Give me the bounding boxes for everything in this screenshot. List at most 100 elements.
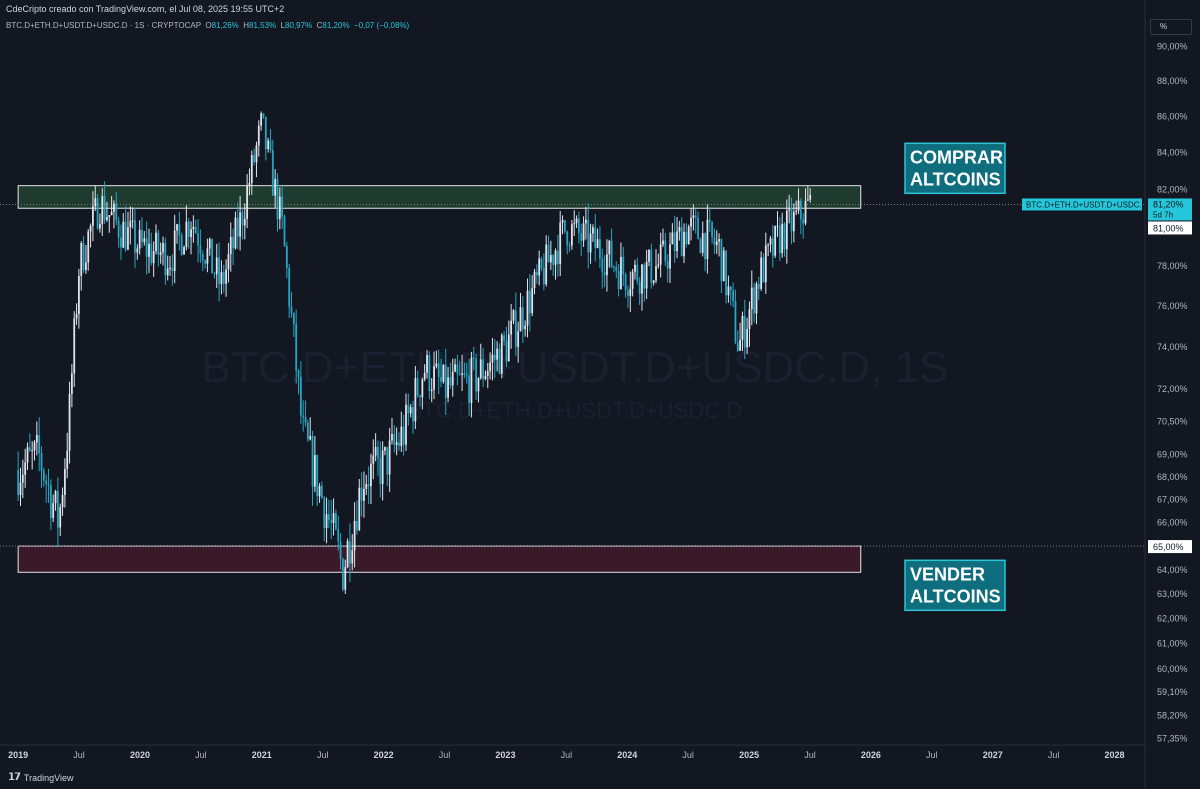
- candle-body: [556, 250, 559, 265]
- candle-body: [304, 417, 307, 423]
- x-tick-label: 2025: [739, 750, 759, 760]
- candle-body: [164, 242, 167, 276]
- candle-body: [729, 286, 732, 291]
- candle-body: [472, 357, 475, 359]
- candle-body: [131, 220, 134, 222]
- candle-body: [87, 231, 90, 263]
- candle-body: [349, 541, 351, 564]
- tradingview-footer: 𝟭𝟳 TradingView: [8, 772, 73, 783]
- candle-body: [66, 450, 69, 470]
- candle-body: [540, 258, 543, 269]
- candle-body: [278, 196, 281, 220]
- candle-body: [218, 257, 220, 284]
- x-tick-label: 2021: [252, 750, 272, 760]
- candle-body: [313, 455, 316, 487]
- y-tick-label: 60,00%: [1157, 664, 1188, 674]
- candle-body: [372, 455, 375, 464]
- candle-body: [451, 371, 454, 386]
- candle-body: [206, 248, 209, 264]
- candle-body: [171, 267, 174, 272]
- price-chart[interactable]: BTC.D+ETH.D+USDT.D+USDC.D, 1S BTC.D+ETH.D…: [0, 0, 1200, 789]
- y-tick-label: 88,00%: [1157, 76, 1188, 86]
- candle-body: [610, 240, 613, 267]
- candle-body: [192, 226, 195, 230]
- candle-body: [295, 324, 298, 371]
- candle-body: [176, 224, 178, 231]
- candle-body: [325, 514, 328, 528]
- candle-body: [566, 231, 569, 246]
- candle-body: [311, 435, 314, 487]
- x-tick-label: Jul: [804, 750, 816, 760]
- candle-body: [28, 447, 31, 451]
- y-tick-label: 70,50%: [1157, 416, 1188, 426]
- candle-body: [437, 363, 440, 378]
- candle-body: [152, 251, 155, 264]
- candle-body: [465, 373, 468, 376]
- candle-body: [342, 558, 344, 590]
- candle-body: [225, 269, 227, 284]
- candle-body: [430, 389, 433, 391]
- candle-body: [185, 221, 188, 248]
- x-tick-label: 2026: [861, 750, 881, 760]
- candle-body: [52, 503, 55, 519]
- y-tick-label: 90,00%: [1157, 42, 1188, 52]
- y-tick-label: 64,00%: [1157, 565, 1188, 575]
- candle-body: [395, 442, 398, 445]
- candle-body: [42, 470, 45, 481]
- candle-body: [748, 309, 751, 329]
- candle-body: [108, 215, 111, 218]
- candle-body: [699, 238, 702, 253]
- candle-body: [31, 450, 34, 452]
- y-tick-label: 69,00%: [1157, 449, 1188, 459]
- candle-body: [697, 217, 699, 239]
- x-tick-label: 2024: [617, 750, 637, 760]
- candle-body: [339, 541, 342, 559]
- symbol-tag-text: BTC.D+ETH.D+USDT.D+USDC.D: [1026, 200, 1148, 209]
- candle-body: [659, 244, 662, 265]
- candle-body: [400, 426, 403, 446]
- x-tick-label: Jul: [561, 750, 573, 760]
- candle-body: [631, 271, 634, 289]
- candle-body: [582, 223, 585, 241]
- candle-body: [316, 455, 319, 497]
- candle-body: [482, 359, 485, 380]
- candle-body: [493, 354, 496, 360]
- x-tick-label: 2020: [130, 750, 150, 760]
- candle-body: [222, 272, 225, 284]
- candle-body: [414, 378, 417, 422]
- candle-body: [421, 379, 424, 398]
- candle-body: [713, 237, 716, 246]
- candle-body: [122, 221, 125, 248]
- candle-body: [711, 222, 713, 238]
- candle-body: [215, 257, 218, 275]
- candle-body: [736, 342, 739, 351]
- candle-body: [447, 377, 449, 398]
- candle-body: [89, 225, 92, 232]
- candle-body: [792, 212, 795, 232]
- candle-body: [211, 238, 213, 274]
- candle-body: [599, 239, 601, 259]
- candle-body: [442, 364, 445, 382]
- tradingview-logo-icon: 𝟭𝟳: [8, 772, 21, 783]
- candle-body: [96, 198, 99, 229]
- candle-body: [19, 482, 22, 495]
- candle-body: [187, 221, 190, 238]
- x-tick-label: Jul: [73, 750, 85, 760]
- candle-body: [239, 212, 242, 237]
- candle-body: [573, 223, 576, 225]
- candle-body: [570, 224, 573, 246]
- candle-body: [778, 225, 781, 254]
- candle-body: [477, 377, 480, 392]
- tradingview-logo-text: TradingView: [23, 772, 74, 783]
- candle-body: [85, 262, 87, 271]
- candle-body: [134, 220, 136, 253]
- candle-body: [788, 209, 791, 211]
- candle-body: [806, 199, 809, 201]
- candle-body: [290, 306, 293, 314]
- y-tick-label: 61,00%: [1157, 639, 1188, 649]
- candle-body: [732, 290, 734, 301]
- candle-body: [739, 339, 742, 351]
- buy-zone-label-line: COMPRAR: [910, 147, 1003, 167]
- candle-body: [106, 217, 108, 220]
- candle-body: [208, 238, 211, 249]
